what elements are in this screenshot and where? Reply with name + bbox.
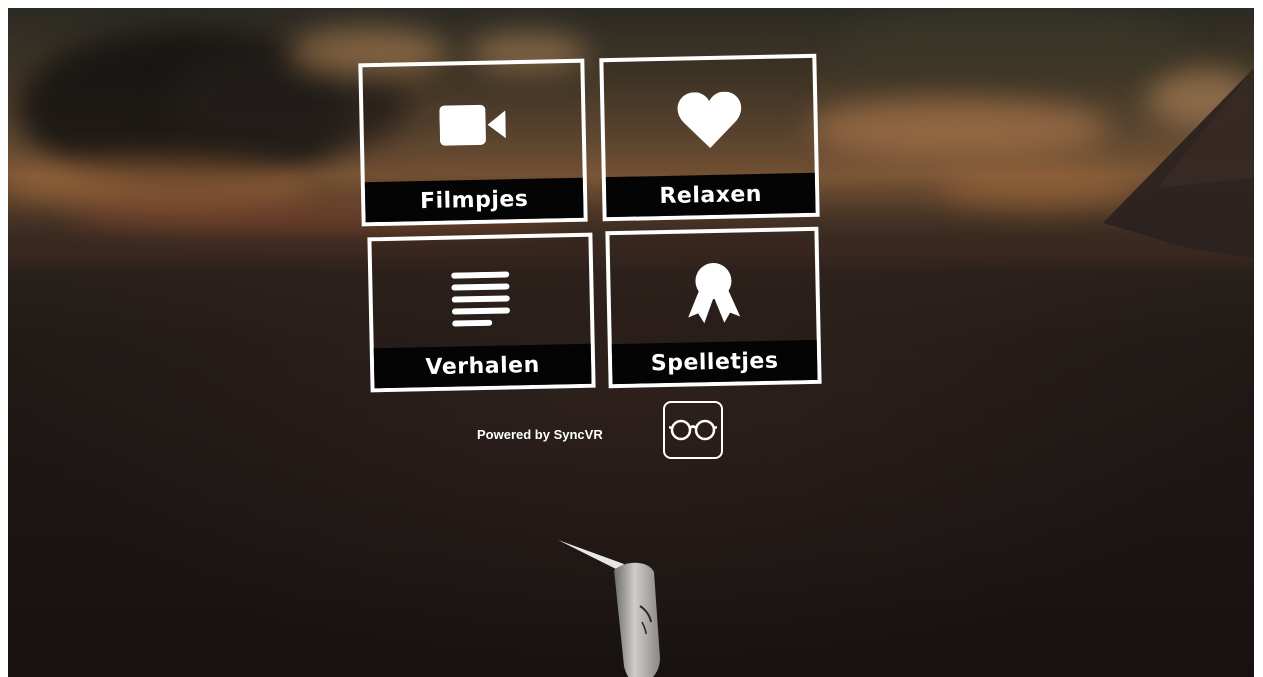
tile-spelletjes[interactable]: Spelletjes — [605, 226, 822, 389]
tile-relaxen[interactable]: Relaxen — [599, 53, 820, 222]
award-ribbon-icon — [610, 259, 816, 327]
tile-label: Filmpjes — [364, 177, 584, 223]
syncvr-glasses-logo-icon — [663, 401, 723, 459]
heart-icon — [604, 86, 814, 154]
tile-label: Relaxen — [605, 172, 816, 218]
vr-environment: Filmpjes Relaxen Verhalen Spelletjes Pow… — [8, 8, 1254, 677]
pointer-ray — [558, 540, 624, 570]
tile-label: Spelletjes — [611, 339, 818, 385]
vr-controller — [558, 540, 660, 677]
video-camera-icon — [363, 91, 582, 160]
tile-verhalen[interactable]: Verhalen — [367, 232, 596, 393]
tile-label: Verhalen — [373, 343, 592, 389]
text-lines-icon — [372, 265, 590, 334]
tile-filmpjes[interactable]: Filmpjes — [358, 58, 588, 227]
powered-by-text: Powered by SyncVR — [477, 427, 603, 442]
